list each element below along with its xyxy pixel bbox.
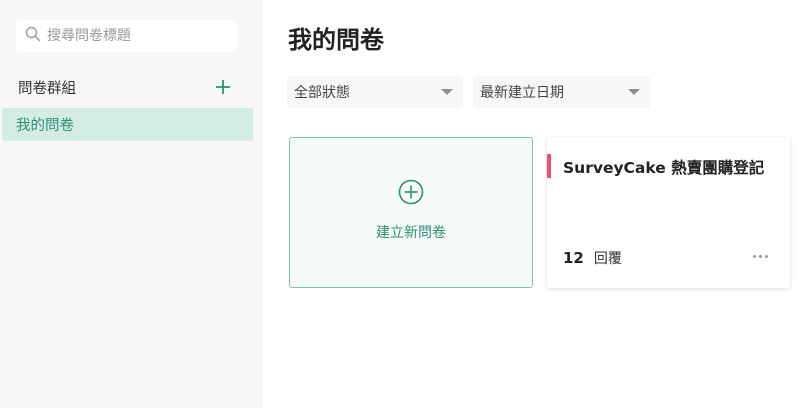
more-dot — [765, 255, 768, 258]
page-title: 我的問卷 — [288, 26, 384, 54]
status-filter-value: 全部狀態 — [294, 85, 350, 101]
survey-group-title: 問卷群組 — [18, 80, 76, 97]
survey-accent-bar — [547, 154, 551, 178]
new-survey-label: 建立新問卷 — [376, 225, 446, 241]
sort-value: 最新建立日期 — [480, 85, 564, 101]
chevron-down-icon — [628, 89, 640, 95]
response-label: 回覆 — [593, 251, 622, 267]
sort-select[interactable]: 最新建立日期 — [473, 76, 650, 108]
more-dot — [759, 255, 762, 258]
chevron-down-icon — [441, 89, 453, 95]
add-group-button[interactable] — [214, 78, 232, 96]
more-dot — [753, 255, 756, 258]
survey-card[interactable]: SurveyCake 熱賣團購登記 12 回覆 — [547, 137, 790, 288]
status-filter-select[interactable]: 全部狀態 — [287, 76, 463, 108]
sidebar: 問卷群組 我的問卷 — [0, 0, 262, 408]
response-count: 12 — [563, 249, 584, 267]
survey-group-header: 問卷群組 — [18, 76, 232, 98]
search-input[interactable] — [47, 22, 227, 50]
main-content: 我的問卷 全部狀態 最新建立日期 建立新問卷 SurveyCake 熱賣團購登記… — [262, 0, 800, 408]
response-summary: 12 回覆 — [563, 248, 622, 268]
add-circle-icon — [398, 179, 424, 209]
survey-title: SurveyCake 熱賣團購登記 — [563, 159, 765, 177]
sidebar-item-label: 我的問卷 — [16, 118, 74, 134]
plus-icon — [216, 80, 230, 94]
search-icon — [25, 26, 41, 46]
search-box[interactable] — [16, 20, 238, 52]
new-survey-card[interactable]: 建立新問卷 — [289, 137, 533, 288]
more-icon[interactable] — [753, 249, 768, 264]
sidebar-item-my-surveys[interactable]: 我的問卷 — [2, 108, 253, 141]
